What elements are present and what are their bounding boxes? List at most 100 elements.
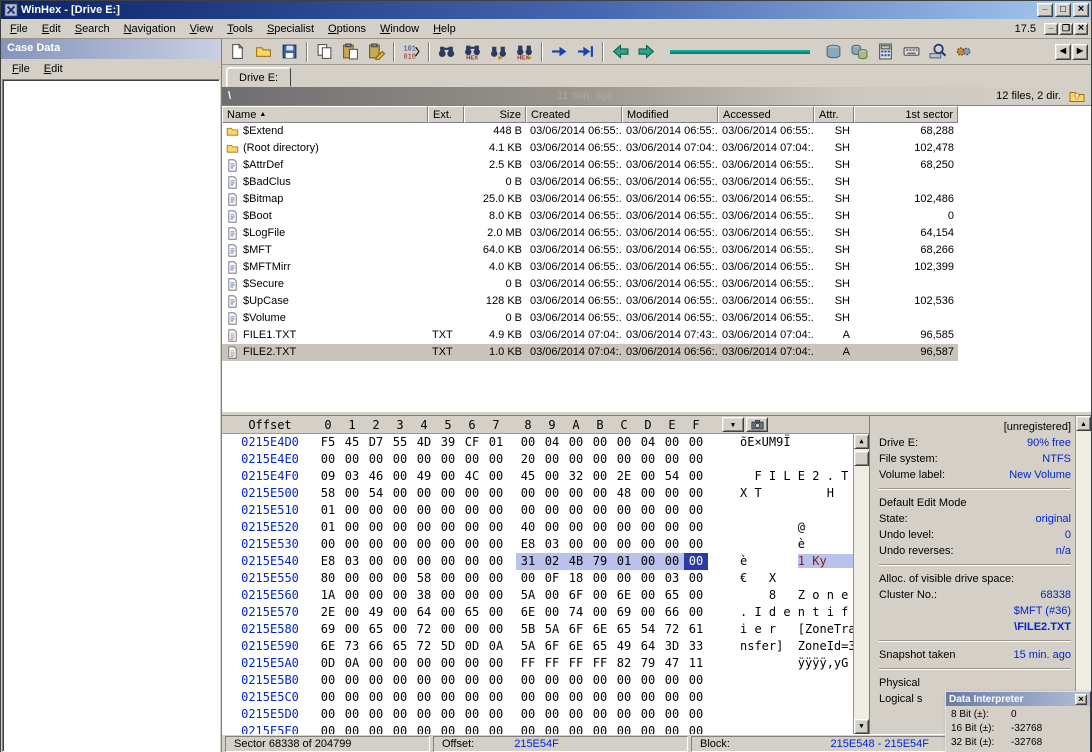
hex-byte[interactable]: 00 <box>436 519 460 536</box>
hex-byte[interactable]: 00 <box>340 570 364 587</box>
hex-row[interactable]: 0215E4E0 00 00 00 00 00 00 00 00 20 00 00 00 00 00 00 00 <box>228 451 853 468</box>
hex-byte[interactable]: 00 <box>588 434 612 451</box>
hex-byte[interactable]: 00 <box>388 672 412 689</box>
hex-byte[interactable]: 01 <box>484 434 508 451</box>
goto-end-button[interactable] <box>573 40 598 63</box>
hex-byte[interactable]: 00 <box>388 655 412 672</box>
hex-byte[interactable]: 0D <box>316 655 340 672</box>
hex-byte[interactable]: 00 <box>364 723 388 734</box>
hex-byte[interactable]: 01 <box>316 519 340 536</box>
hex-byte[interactable]: 00 <box>388 519 412 536</box>
menu-view[interactable]: View <box>183 20 221 38</box>
column-header-accessed[interactable]: Accessed <box>718 106 814 123</box>
hex-ascii[interactable]: è 1 Ky <box>740 553 853 570</box>
hex-row[interactable]: 0215E520 01 00 00 00 00 00 00 00 40 00 00 00 00 00 00 00… <box>228 519 853 536</box>
clipboard-edit-button[interactable] <box>364 40 389 63</box>
hex-byte[interactable]: 00 <box>636 672 660 689</box>
hex-byte[interactable]: 00 <box>540 485 564 502</box>
hex-byte[interactable]: 4D <box>412 434 436 451</box>
hex-ascii[interactable]: @ <box>740 519 853 536</box>
column-header-size[interactable]: Size <box>464 106 526 123</box>
hex-byte[interactable]: 00 <box>660 434 684 451</box>
hex-byte[interactable]: 00 <box>388 485 412 502</box>
hex-byte[interactable]: 00 <box>316 672 340 689</box>
hex-byte[interactable]: 00 <box>684 519 708 536</box>
hex-byte[interactable]: 00 <box>660 723 684 734</box>
hex-byte[interactable]: 00 <box>636 519 660 536</box>
hex-byte[interactable]: 00 <box>516 485 540 502</box>
hex-byte[interactable]: 65 <box>388 638 412 655</box>
hex-byte[interactable]: 00 <box>364 519 388 536</box>
hex-ascii[interactable]: € X <box>740 570 853 587</box>
hex-byte[interactable]: 00 <box>484 706 508 723</box>
hex-byte[interactable]: 00 <box>388 587 412 604</box>
hex-byte[interactable]: 00 <box>460 485 484 502</box>
hex-byte[interactable]: 00 <box>412 689 436 706</box>
hex-byte[interactable]: 00 <box>612 706 636 723</box>
hex-byte[interactable]: 00 <box>460 587 484 604</box>
hex-byte[interactable]: 00 <box>484 502 508 519</box>
mdi-restore-button[interactable] <box>1059 22 1073 35</box>
hex-byte[interactable]: 0A <box>484 638 508 655</box>
hex-byte[interactable]: 00 <box>364 689 388 706</box>
hex-ascii[interactable] <box>740 689 853 706</box>
hex-byte[interactable]: 00 <box>588 706 612 723</box>
hex-byte[interactable]: 54 <box>364 485 388 502</box>
hex-row[interactable]: 0215E530 00 00 00 00 00 00 00 00 E8 03 00 00 00 00 00 00… <box>228 536 853 553</box>
disk-editor-button[interactable] <box>821 40 846 63</box>
hex-byte[interactable]: 00 <box>540 587 564 604</box>
snapshot-camera-button[interactable] <box>746 417 768 432</box>
hex-byte[interactable]: 40 <box>516 519 540 536</box>
hex-byte[interactable]: 00 <box>364 672 388 689</box>
hex-byte[interactable]: 00 <box>436 621 460 638</box>
hex-byte[interactable]: 00 <box>436 553 460 570</box>
hex-byte[interactable]: 72 <box>412 621 436 638</box>
hex-ascii[interactable] <box>740 723 853 734</box>
hex-byte[interactable]: 00 <box>484 655 508 672</box>
hex-byte[interactable]: 00 <box>684 604 708 621</box>
hex-byte[interactable]: 00 <box>340 519 364 536</box>
hex-byte[interactable]: 00 <box>364 570 388 587</box>
hex-row[interactable]: 0215E5C0 00 00 00 00 00 00 00 00 00 00 00 00 00 00 00 00 <box>228 689 853 706</box>
scroll-down-button[interactable] <box>854 719 869 734</box>
hex-byte[interactable]: FF <box>516 655 540 672</box>
hex-byte[interactable]: 00 <box>612 536 636 553</box>
hex-byte[interactable]: 02 <box>540 553 564 570</box>
hex-byte[interactable]: 00 <box>516 689 540 706</box>
hex-byte[interactable]: 58 <box>316 485 340 502</box>
hex-byte[interactable]: 00 <box>484 689 508 706</box>
hex-byte[interactable]: 00 <box>436 723 460 734</box>
hex-ascii[interactable] <box>740 502 853 519</box>
hex-row[interactable]: 0215E590 6E 73 66 65 72 5D 0D 0A 5A 6F 6E 65 49 64 3D 33… <box>228 638 853 655</box>
hex-byte[interactable]: 00 <box>564 536 588 553</box>
table-row[interactable]: $UpCase 128 KB 03/06/2014 06:55:... 03/06/2… <box>222 293 958 310</box>
hex-byte[interactable]: 00 <box>660 706 684 723</box>
table-row[interactable]: $MFTMirr 4.0 KB 03/06/2014 06:55:... 03/06/… <box>222 259 958 276</box>
hex-byte[interactable]: 00 <box>484 536 508 553</box>
hex-byte[interactable]: 00 <box>340 621 364 638</box>
hex-byte[interactable]: 5A <box>516 587 540 604</box>
hex-row[interactable]: 0215E500 58 00 54 00 00 00 00 00 00 00 00 00 48 00 00 00… <box>228 485 853 502</box>
hex-byte[interactable]: 00 <box>412 485 436 502</box>
hex-row[interactable]: 0215E560 1A 00 00 00 38 00 00 00 5A 00 6F 00 6E 00 65 00… <box>228 587 853 604</box>
close-button[interactable] <box>1073 3 1089 17</box>
hex-byte[interactable]: 03 <box>660 570 684 587</box>
hex-byte[interactable]: 69 <box>612 604 636 621</box>
hex-byte[interactable]: 00 <box>460 621 484 638</box>
find-hex-next-button[interactable]: HEX <box>512 40 537 63</box>
hex-byte[interactable]: 00 <box>636 587 660 604</box>
column-header-modified[interactable]: Modified <box>622 106 718 123</box>
hex-byte[interactable]: 00 <box>460 451 484 468</box>
hex-byte[interactable]: 00 <box>684 570 708 587</box>
hex-byte[interactable]: 00 <box>660 553 684 570</box>
scroll-thumb[interactable] <box>854 451 869 466</box>
table-row[interactable]: $Bitmap 25.0 KB 03/06/2014 06:55:... 03/06/… <box>222 191 958 208</box>
hex-ascii[interactable]: X T H <box>740 485 853 502</box>
data-interpreter-close-button[interactable] <box>1075 693 1087 705</box>
hex-byte[interactable]: 00 <box>588 451 612 468</box>
binary-convert-button[interactable]: 101 010 <box>399 40 424 63</box>
hex-byte[interactable]: FF <box>588 655 612 672</box>
hex-byte[interactable]: 00 <box>340 451 364 468</box>
hex-byte[interactable]: 00 <box>388 570 412 587</box>
hex-byte[interactable]: 00 <box>436 485 460 502</box>
